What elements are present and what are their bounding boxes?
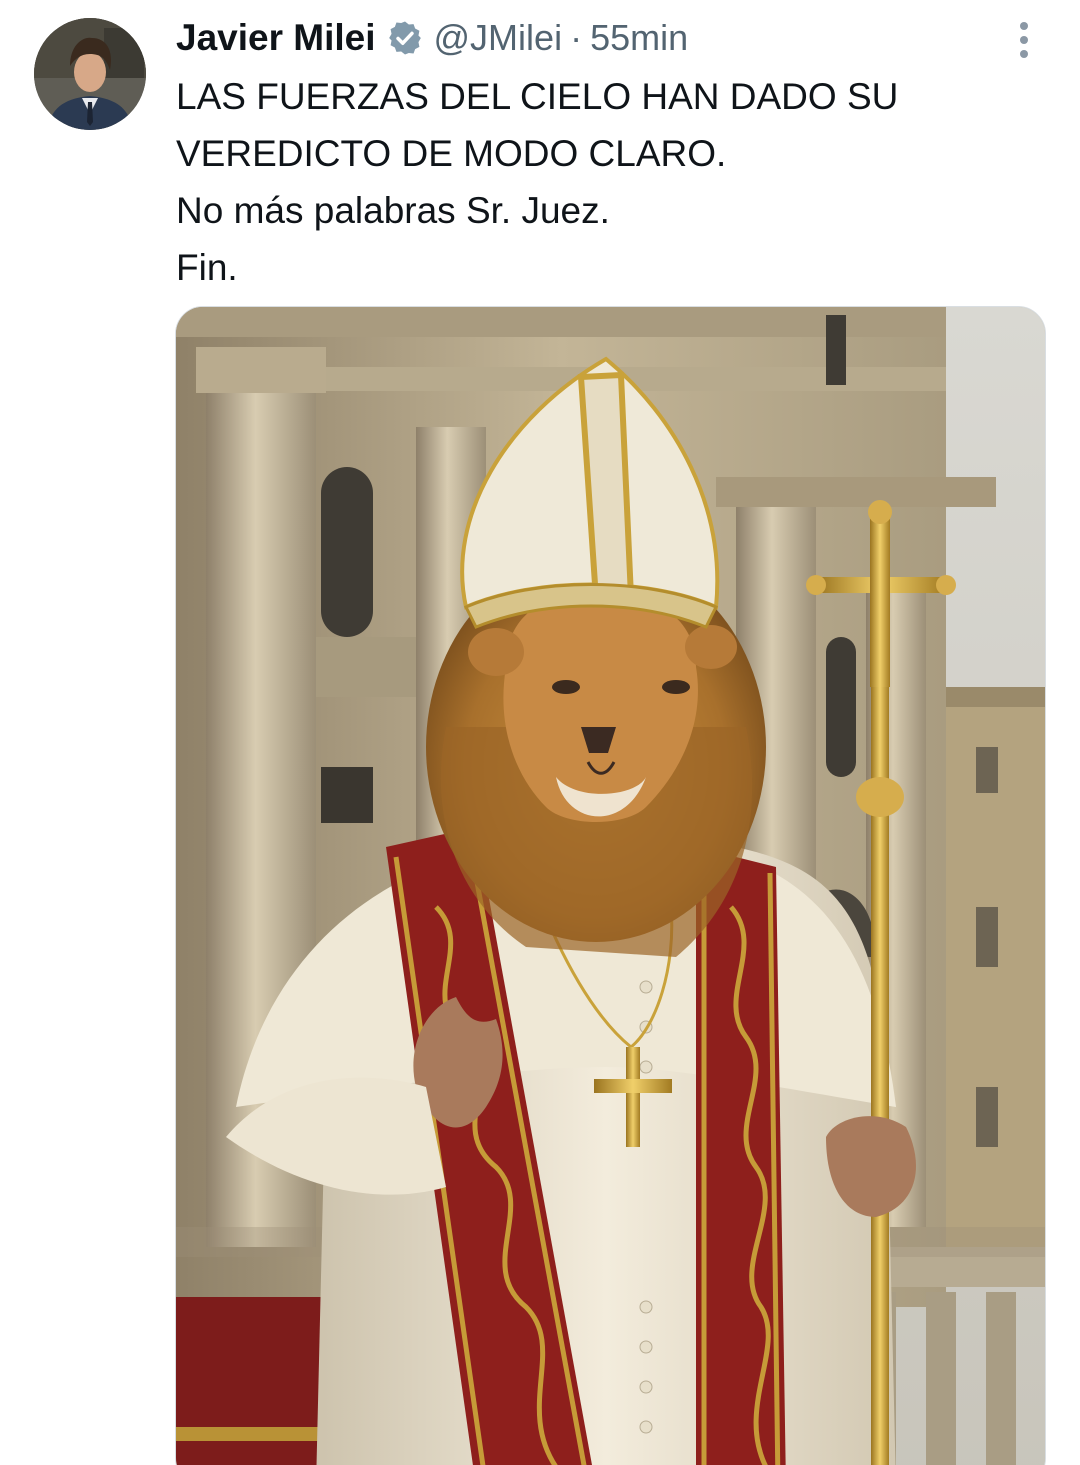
tweet-timestamp[interactable]: 55min (590, 17, 688, 59)
tweet-media-image[interactable] (175, 306, 1046, 1465)
author-name[interactable]: Javier Milei (176, 17, 376, 59)
more-options-icon[interactable] (1008, 20, 1040, 60)
tweet: Javier Milei @JMilei · 55min LAS FUERZAS… (0, 0, 1080, 1465)
verified-badge-icon[interactable] (386, 19, 424, 57)
tweet-text-line: Fin. (176, 247, 238, 288)
separator-dot: · (570, 17, 583, 58)
tweet-header: Javier Milei @JMilei · 55min (176, 14, 688, 62)
tweet-text-line: No más palabras Sr. Juez. (176, 190, 610, 231)
tweet-text: LAS FUERZAS DEL CIELO HAN DADO SU VEREDI… (176, 68, 1046, 296)
tweet-text-line: LAS FUERZAS DEL CIELO HAN DADO SU (176, 76, 899, 117)
author-handle[interactable]: @JMilei (434, 17, 563, 59)
author-avatar[interactable] (34, 18, 146, 130)
tweet-text-line: VEREDICTO DE MODO CLARO. (176, 133, 727, 174)
